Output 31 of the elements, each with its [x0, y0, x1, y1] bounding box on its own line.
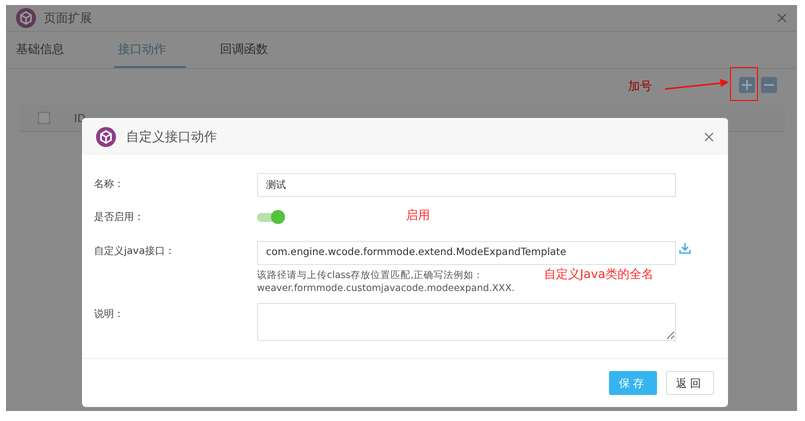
close-icon[interactable] — [704, 132, 714, 142]
tab[interactable]: 回调函数 — [216, 32, 288, 68]
enable-switch[interactable] — [257, 213, 283, 222]
annotation-text: 启用 — [406, 207, 430, 224]
remove-button[interactable] — [761, 77, 777, 93]
cube-logo-icon — [16, 8, 36, 28]
hint-text: 该路径请与上传class存放位置匹配,正确写法例如： — [257, 268, 484, 282]
hint-text: weaver.formmode.customjavacode.modeexpand.XXX. — [257, 282, 515, 294]
name-input[interactable]: 测试 — [257, 173, 676, 197]
cube-logo-icon — [96, 126, 116, 146]
window-title: 页面扩展 — [44, 10, 92, 26]
annotation-arrow — [664, 78, 730, 92]
annotation-text: 自定义Java类的全名 — [544, 266, 654, 283]
close-icon[interactable] — [777, 13, 787, 23]
tab[interactable]: 基础信息 — [12, 32, 84, 68]
field-label: 名称： — [93, 178, 125, 192]
annotation-text: 加号 — [628, 78, 652, 95]
upload-icon[interactable] — [679, 242, 691, 254]
save-button[interactable]: 保存 — [609, 371, 657, 395]
field-label: 是否启用： — [93, 210, 145, 225]
add-button[interactable] — [739, 77, 755, 93]
dialog-title: 自定义接口动作 — [126, 128, 217, 146]
description-textarea[interactable] — [257, 302, 676, 340]
tab[interactable]: 接口动作 — [114, 32, 186, 68]
highlight-frame — [730, 67, 758, 101]
plus-icon — [742, 80, 752, 90]
class-input[interactable]: com.engine.wcode.formmode.extend.ModeExpandTemplate — [257, 240, 676, 264]
field-label: 说明： — [93, 308, 125, 322]
back-button[interactable]: 返回 — [666, 371, 714, 395]
select-all-checkbox[interactable] — [38, 112, 50, 124]
field-label: 自定义java接口： — [93, 244, 176, 259]
